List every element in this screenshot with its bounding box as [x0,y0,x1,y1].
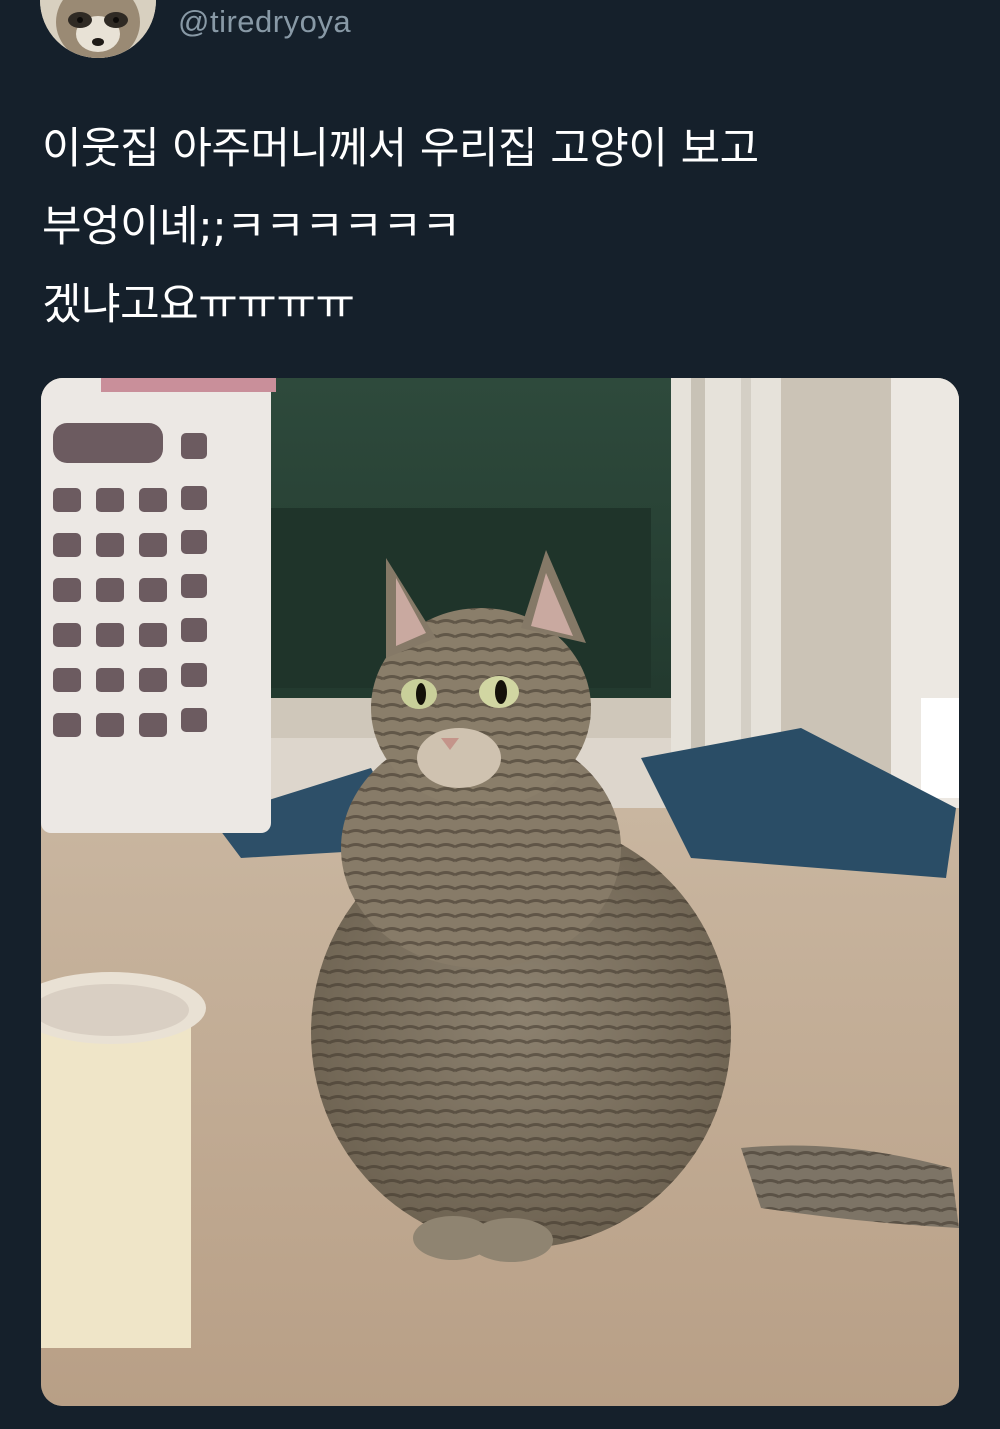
tweet-photo[interactable] [41,378,959,1406]
raccoon-avatar-image [40,0,156,58]
tweet-text-line: 부엉이녜;;ㅋㅋㅋㅋㅋㅋ [42,202,461,252]
avatar[interactable] [40,0,156,58]
tweet-text-line: 이웃집 아주머니께서 우리집 고양이 보고 [42,124,759,174]
user-handle[interactable]: @tiredryoya [178,4,351,40]
cat-photo [41,378,959,1406]
tweet-text: 이웃집 아주머니께서 우리집 고양이 보고 부엉이녜;;ㅋㅋㅋㅋㅋㅋ 겠냐고요ㅠ… [42,110,962,344]
tweet-text-line: 겠냐고요ㅠㅠㅠㅠ [42,280,355,330]
